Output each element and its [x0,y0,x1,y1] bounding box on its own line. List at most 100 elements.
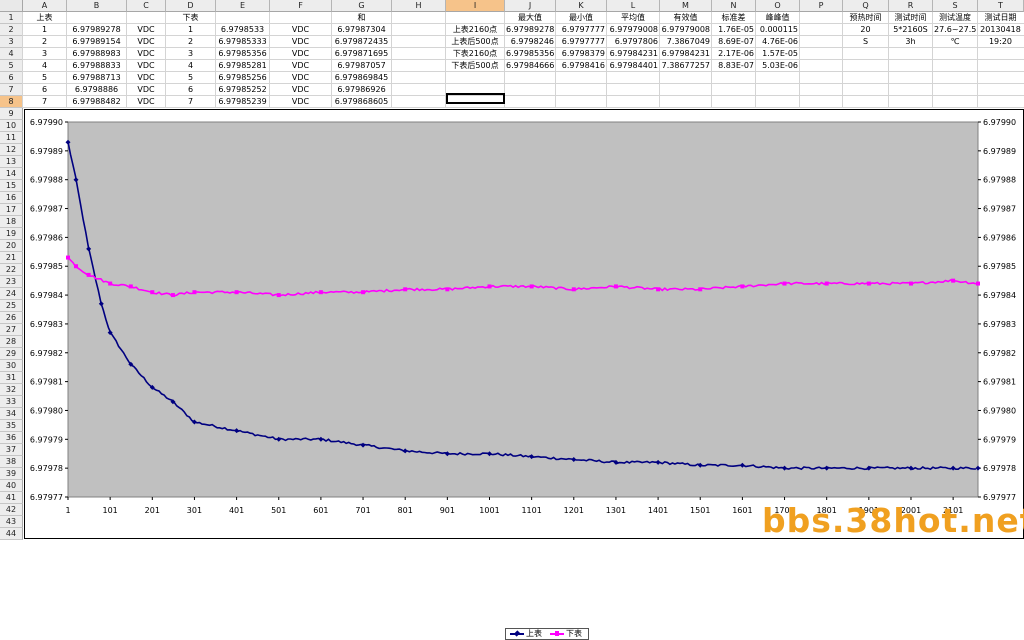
column-header[interactable]: D [166,0,216,12]
cell-g5[interactable]: 6.97987057 [333,60,390,72]
cell-k2[interactable]: 6.9797777 [557,24,605,36]
cell-g4[interactable]: 6.979871695 [333,48,390,60]
cell-d1[interactable]: 下表 [167,12,214,24]
cell-k1[interactable]: 最小值 [557,12,605,24]
cell-l3[interactable]: 6.9797806 [608,36,658,48]
cell-b6[interactable]: 6.97988713 [68,72,125,84]
row-header[interactable]: 22 [0,264,23,276]
row-header[interactable]: 4 [0,48,23,60]
cell-c3[interactable]: VDC [128,36,164,48]
cell-n5[interactable]: 8.83E-07 [713,60,754,72]
row-header[interactable]: 42 [0,504,23,516]
cell-t1[interactable]: 测试日期 [979,12,1022,24]
column-header[interactable]: Q [843,0,889,12]
row-header[interactable]: 23 [0,276,23,288]
column-header[interactable]: R [889,0,933,12]
cell-g6[interactable]: 6.979869845 [333,72,390,84]
cell-d3[interactable]: 2 [167,36,214,48]
cell-i3[interactable]: 上表后500点 [447,36,503,48]
row-header[interactable]: 32 [0,384,23,396]
row-header[interactable]: 36 [0,432,23,444]
column-header[interactable]: S [933,0,978,12]
cell-n2[interactable]: 1.76E-05 [713,24,754,36]
cell-a2[interactable]: 1 [24,24,65,36]
cell-f8[interactable]: VDC [271,96,330,108]
cell-l4[interactable]: 6.97984231 [608,48,658,60]
cell-g2[interactable]: 6.97987304 [333,24,390,36]
cell-d7[interactable]: 6 [167,84,214,96]
column-header[interactable]: B [67,0,127,12]
row-header[interactable]: 18 [0,216,23,228]
cell-f2[interactable]: VDC [271,24,330,36]
cell-g7[interactable]: 6.97986926 [333,84,390,96]
cell-j2[interactable]: 6.97989278 [506,24,554,36]
cell-o1[interactable]: 峰峰值 [757,12,798,24]
column-header[interactable]: C [127,0,166,12]
cell-a3[interactable]: 2 [24,36,65,48]
cell-f3[interactable]: VDC [271,36,330,48]
row-header[interactable]: 30 [0,360,23,372]
row-header[interactable]: 38 [0,456,23,468]
row-header[interactable]: 39 [0,468,23,480]
cell-n4[interactable]: 2.17E-06 [713,48,754,60]
cell-b3[interactable]: 6.97989154 [68,36,125,48]
cell-b8[interactable]: 6.97988482 [68,96,125,108]
column-header[interactable]: P [800,0,843,12]
row-header[interactable]: 14 [0,168,23,180]
cell-a7[interactable]: 6 [24,84,65,96]
cell-m5[interactable]: 7.38677257 [661,60,710,72]
column-header[interactable]: A [23,0,67,12]
row-header[interactable]: 7 [0,84,23,96]
column-header[interactable]: G [332,0,392,12]
row-header[interactable]: 37 [0,444,23,456]
row-header[interactable]: 28 [0,336,23,348]
cell-e5[interactable]: 6.97985281 [217,60,268,72]
row-header[interactable]: 3 [0,36,23,48]
cell-o5[interactable]: 5.03E-06 [757,60,798,72]
cell-s1[interactable]: 测试温度 [934,12,976,24]
row-header[interactable]: 33 [0,396,23,408]
cell-a4[interactable]: 3 [24,48,65,60]
row-header[interactable]: 8 [0,96,23,108]
cell-c6[interactable]: VDC [128,72,164,84]
cell-l5[interactable]: 6.97984401 [608,60,658,72]
selected-cell-i8[interactable] [446,93,505,104]
cell-f5[interactable]: VDC [271,60,330,72]
column-header[interactable]: M [660,0,712,12]
cell-g8[interactable]: 6.979868605 [333,96,390,108]
cell-k3[interactable]: 6.9797777 [557,36,605,48]
column-header[interactable]: H [392,0,446,12]
row-header[interactable]: 13 [0,156,23,168]
embedded-line-chart[interactable]: 6.97990 6.97990 6.97989 6.97989 6.97988 6.979… [24,109,1024,640]
column-header[interactable]: I [446,0,505,12]
cell-a1[interactable]: 上表 [24,12,65,24]
cell-o4[interactable]: 1.57E-05 [757,48,798,60]
cell-e3[interactable]: 6.97985333 [217,36,268,48]
cell-j5[interactable]: 6.97984666 [506,60,554,72]
cell-e6[interactable]: 6.97985256 [217,72,268,84]
row-header[interactable]: 29 [0,348,23,360]
row-header[interactable]: 41 [0,492,23,504]
cell-i5[interactable]: 下表后500点 [447,60,503,72]
cell-o2[interactable]: 0.000115 [757,24,798,36]
column-header[interactable]: K [556,0,607,12]
cell-m2[interactable]: 6.97979008 [661,24,710,36]
cell-a5[interactable]: 4 [24,60,65,72]
row-header[interactable]: 26 [0,312,23,324]
row-header[interactable]: 2 [0,24,23,36]
row-header[interactable]: 12 [0,144,23,156]
cell-i4[interactable]: 下表2160点 [447,48,503,60]
cell-t2[interactable]: 20130418 [979,24,1022,36]
cell-a6[interactable]: 5 [24,72,65,84]
column-header[interactable]: J [505,0,556,12]
cell-n3[interactable]: 8.69E-07 [713,36,754,48]
cell-b2[interactable]: 6.97989278 [68,24,125,36]
row-header[interactable]: 10 [0,120,23,132]
cell-e2[interactable]: 6.9798533 [217,24,268,36]
cell-b5[interactable]: 6.97988833 [68,60,125,72]
row-header[interactable]: 16 [0,192,23,204]
row-header[interactable]: 44 [0,528,23,540]
cell-c2[interactable]: VDC [128,24,164,36]
cell-q2[interactable]: 20 [844,24,887,36]
row-header[interactable]: 5 [0,60,23,72]
